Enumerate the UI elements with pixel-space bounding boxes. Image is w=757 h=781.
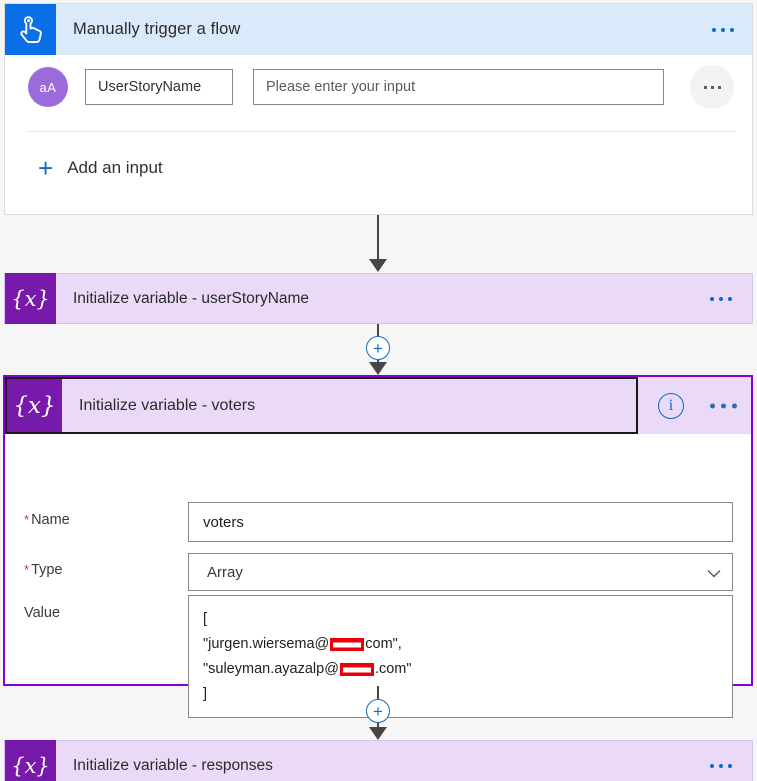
connector-action-1-to-voters: + <box>342 324 414 375</box>
type-dropdown-value: Array <box>207 563 243 581</box>
variable-braces-icon: {x} <box>5 273 56 324</box>
add-an-input-label: Add an input <box>67 158 163 177</box>
input-row-menu-button[interactable] <box>690 65 734 109</box>
dot <box>719 296 723 301</box>
value-textarea[interactable]: [ "jurgen.wiersema@ com", "suleyman.ayaza… <box>188 595 733 718</box>
dot <box>710 403 715 408</box>
chevron-down-icon <box>707 566 721 578</box>
variable-braces-icon: {x} <box>7 379 62 432</box>
name-field-label: * Name <box>24 512 70 528</box>
variable-braces-icon: {x} <box>5 740 56 781</box>
required-asterisk: * <box>24 562 30 577</box>
action-card-initialize-voters-selected[interactable]: {x} Initialize variable - voters i * Name… <box>3 375 753 718</box>
input-type-text-icon: aA <box>28 67 68 107</box>
plus-icon: + <box>38 153 54 183</box>
insert-step-button[interactable]: + <box>366 336 390 360</box>
dot <box>703 85 707 89</box>
selected-card-form: * Name voters * Type Array Value ["jurg… <box>5 434 751 718</box>
value-line-close: ] <box>203 686 208 702</box>
input-placeholder-field[interactable]: Please enter your input <box>253 69 664 105</box>
connector-voters-to-responses: + <box>342 686 414 742</box>
dot <box>719 763 723 768</box>
action-menu-button[interactable] <box>710 296 732 301</box>
redaction-box <box>339 663 374 676</box>
dot <box>721 27 725 32</box>
trigger-menu-button[interactable] <box>712 27 734 32</box>
required-asterisk: * <box>24 512 30 527</box>
connector-arrowhead <box>369 727 387 740</box>
trigger-divider <box>27 131 736 132</box>
selected-card-header-focus[interactable]: {x} Initialize variable - voters <box>5 377 638 434</box>
info-icon[interactable]: i <box>658 392 684 419</box>
name-input[interactable]: voters <box>188 502 733 542</box>
value-label-text: Value <box>24 605 61 621</box>
action-card-initialize-userstoryname[interactable]: {x} Initialize variable - userStoryName <box>4 273 753 324</box>
insert-step-button[interactable]: + <box>366 699 390 723</box>
type-field-label: * Type <box>24 562 63 578</box>
dot <box>730 27 734 32</box>
trigger-title: Manually trigger a flow <box>73 20 241 38</box>
tap-hand-icon <box>5 4 56 55</box>
selected-action-menu-button[interactable] <box>710 403 737 408</box>
connector-trigger-to-action-1 <box>342 215 414 273</box>
action-title: Initialize variable - userStoryName <box>73 289 310 307</box>
dot <box>728 296 732 301</box>
dot <box>728 763 732 768</box>
add-an-input-button[interactable]: + Add an input <box>38 155 163 181</box>
redaction-box <box>330 638 365 651</box>
action-menu-button[interactable] <box>710 763 732 768</box>
connector-arrowhead <box>369 362 387 375</box>
trigger-card[interactable]: Manually trigger a flow aA UserStoryName… <box>4 3 753 215</box>
trigger-card-header[interactable]: Manually trigger a flow <box>5 4 752 55</box>
dot <box>710 763 714 768</box>
connector-arrowhead <box>369 259 387 272</box>
connector-line <box>377 324 379 336</box>
value-line-2: "suleyman.ayazalp@ .com" <box>203 657 732 682</box>
type-dropdown[interactable]: Array <box>188 553 733 591</box>
selected-action-title: Initialize variable - voters <box>79 396 256 414</box>
dot <box>717 85 721 89</box>
value-line-1: "jurgen.wiersema@ com", <box>203 632 732 657</box>
name-label-text: Name <box>31 512 70 528</box>
value-line-open: [ <box>203 611 208 627</box>
value-line-1-before: "jurgen.wiersema@ <box>203 636 330 652</box>
dot <box>721 403 726 408</box>
action-title: Initialize variable - responses <box>73 756 273 774</box>
type-label-text: Type <box>31 562 63 578</box>
value-field-label: Value <box>24 605 60 621</box>
input-name-field[interactable]: UserStoryName <box>85 69 233 105</box>
connector-line <box>377 686 379 699</box>
action-card-initialize-responses[interactable]: {x} Initialize variable - responses <box>4 740 753 781</box>
dot <box>732 403 737 408</box>
value-line-1-after: com", <box>365 636 402 652</box>
value-line-2-before: "suleyman.ayazalp@ <box>203 661 339 677</box>
trigger-card-body: aA UserStoryName Please enter your input… <box>5 55 752 215</box>
dot <box>710 85 714 89</box>
flow-designer-canvas: Manually trigger a flow aA UserStoryName… <box>0 0 757 781</box>
dot <box>712 27 716 32</box>
connector-line <box>377 215 379 260</box>
selected-card-header: {x} Initialize variable - voters i <box>5 377 751 434</box>
value-line-2-after: .com" <box>374 661 412 677</box>
dot <box>710 296 714 301</box>
